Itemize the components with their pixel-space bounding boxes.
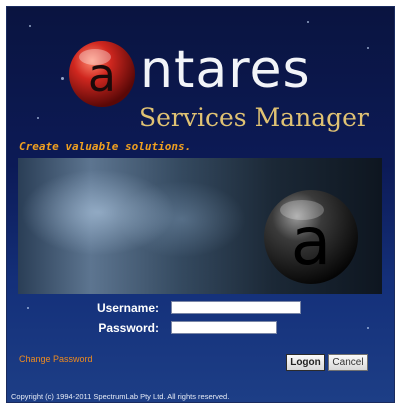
change-password-link[interactable]: Change Password: [19, 354, 93, 364]
username-label: Username:: [96, 301, 159, 315]
logon-button[interactable]: Logon: [286, 354, 325, 371]
tagline: Create valuable solutions.: [19, 140, 192, 153]
password-input[interactable]: [171, 321, 277, 334]
product-subtitle: Services Manager: [139, 103, 369, 132]
logo-letter: a: [88, 48, 116, 102]
password-label: Password:: [98, 321, 159, 335]
cancel-button[interactable]: Cancel: [328, 354, 368, 371]
star-decoration: [367, 327, 369, 329]
logo-ball-icon: a: [69, 41, 135, 107]
hero-banner: a: [18, 158, 382, 294]
orb-logo-icon: a: [264, 190, 358, 284]
copyright-text: Copyright (c) 1994-2011 SpectrumLab Pty …: [11, 392, 230, 401]
username-input[interactable]: [171, 301, 301, 314]
logo: a ntares Services Manager: [7, 7, 394, 157]
star-decoration: [27, 307, 29, 309]
orb-letter: a: [291, 203, 331, 280]
logo-wordmark: ntares: [140, 40, 311, 100]
login-panel: a ntares Services Manager Create valuabl…: [6, 6, 395, 403]
